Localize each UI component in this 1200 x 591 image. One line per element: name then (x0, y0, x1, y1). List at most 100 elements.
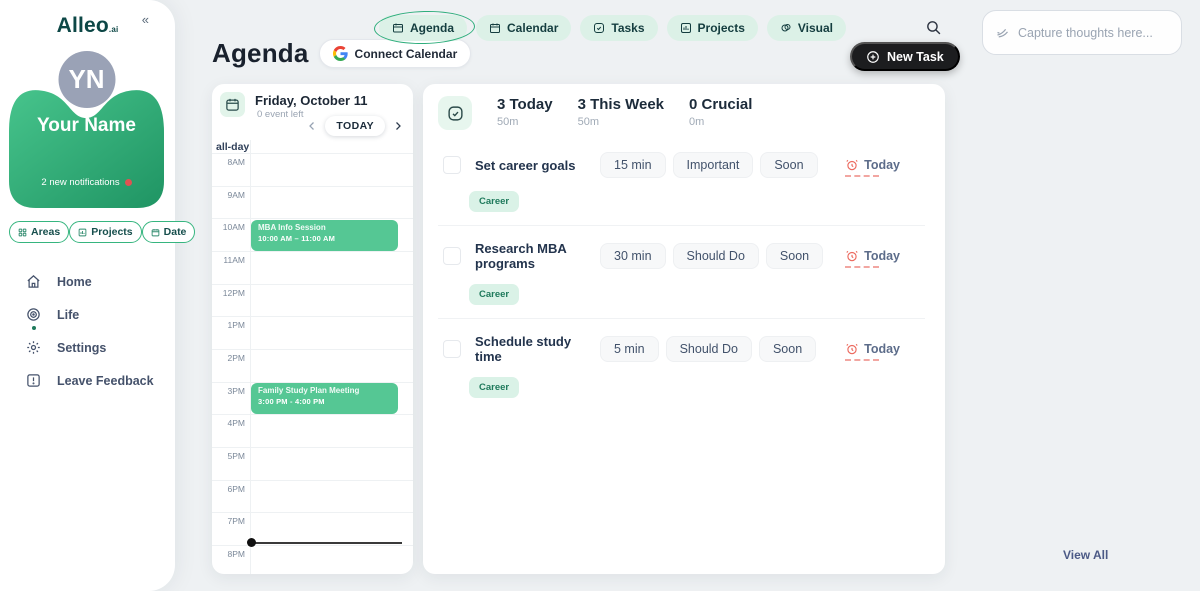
alarm-clock-icon (845, 249, 859, 263)
calendar-icon (225, 97, 240, 112)
task-checkbox[interactable] (443, 247, 461, 265)
filter-areas[interactable]: Areas (9, 221, 69, 243)
sidebar-nav: Home Life Settings Leave Feedback (0, 265, 175, 397)
chart-icon (680, 22, 692, 34)
connect-calendar-button[interactable]: Connect Calendar (319, 39, 472, 68)
task-due-label: Today (864, 158, 900, 172)
hour-row: 8PM (212, 545, 413, 546)
notifications-link[interactable]: 2 new notifications (9, 177, 164, 188)
tasks-panel: 3 Today 50m 3 This Week 50m 0 Crucial 0m… (423, 84, 945, 574)
active-dot-icon (32, 326, 36, 330)
capture-thoughts-input[interactable] (1018, 26, 1169, 40)
task-due-badge[interactable]: Today (845, 342, 900, 356)
new-task-button[interactable]: New Task (850, 42, 960, 71)
filter-label: Areas (31, 226, 60, 238)
connect-calendar-label: Connect Calendar (355, 47, 458, 61)
alarm-clock-icon (845, 158, 859, 172)
task-when-pill[interactable]: Soon (760, 152, 817, 178)
calendar-icon (151, 228, 160, 237)
task-duration-pill[interactable]: 15 min (600, 152, 666, 178)
task-duration-pill[interactable]: 5 min (600, 336, 659, 362)
feedback-icon (26, 373, 41, 388)
task-tag-career[interactable]: Career (469, 377, 519, 398)
view-all-link[interactable]: View All (1063, 548, 1108, 562)
time-grid: all-day 8AM 9AM 10AM 11AM 12PM 1PM 2PM 3… (212, 140, 413, 574)
task-tag-career[interactable]: Career (469, 191, 519, 212)
tab-tasks[interactable]: Tasks (580, 15, 657, 41)
search-icon (925, 19, 942, 36)
capture-thoughts-box (982, 10, 1182, 55)
hour-row: 12PM (212, 284, 413, 285)
task-row: Set career goals 15 min Important Soon T… (438, 150, 925, 226)
task-priority-pill[interactable]: Should Do (666, 336, 752, 362)
app-logo: Alleo.ai (57, 14, 119, 38)
page-title: Agenda (212, 38, 309, 69)
task-title[interactable]: Research MBA programs (475, 241, 600, 271)
google-g-icon (333, 46, 348, 61)
nav-item-leave-feedback[interactable]: Leave Feedback (0, 364, 175, 397)
profile-name: Your Name (9, 115, 164, 137)
current-time-dot[interactable] (247, 538, 256, 547)
stat-today: 3 Today 50m (497, 96, 553, 128)
task-row: Schedule study time 5 min Should Do Soon… (438, 332, 925, 411)
task-title[interactable]: Schedule study time (475, 334, 600, 364)
task-tag-career[interactable]: Career (469, 284, 519, 305)
check-square-icon (593, 22, 605, 34)
task-checkbox[interactable] (443, 156, 461, 174)
alarm-clock-icon (845, 342, 859, 356)
tab-calendar[interactable]: Calendar (476, 15, 571, 41)
new-task-label: New Task (887, 50, 944, 64)
nav-item-life[interactable]: Life (0, 298, 175, 331)
hour-row: 5PM (212, 447, 413, 448)
task-when-pill[interactable]: Soon (766, 243, 823, 269)
calendar-event[interactable]: Family Study Plan Meeting 3:00 PM - 4:00… (251, 383, 398, 414)
sidebar-collapse-button[interactable]: « (142, 12, 149, 27)
tab-label: Tasks (611, 21, 644, 35)
nav-label: Settings (57, 341, 106, 355)
task-due-badge[interactable]: Today (845, 249, 900, 263)
hour-row: 2PM (212, 349, 413, 350)
all-day-label: all-day (216, 141, 249, 153)
task-when-pill[interactable]: Soon (759, 336, 816, 362)
hour-row: 6PM (212, 480, 413, 481)
agenda-icon (392, 22, 404, 34)
task-title[interactable]: Set career goals (475, 158, 600, 173)
tab-visual[interactable]: Visual (767, 15, 846, 41)
search-button[interactable] (925, 19, 943, 37)
filter-row: Areas Projects Date (9, 221, 166, 243)
hour-row: 1PM (212, 316, 413, 317)
chart-icon (78, 228, 87, 237)
plus-circle-icon (866, 50, 880, 64)
avatar[interactable]: YN (58, 51, 115, 108)
today-button[interactable]: TODAY (325, 116, 385, 136)
profile-card: YN Your Name 2 new notifications (9, 51, 164, 208)
event-time: 3:00 PM - 4:00 PM (258, 397, 391, 406)
calendar-event[interactable]: MBA Info Session 10:00 AM – 11:00 AM (251, 220, 398, 251)
task-priority-pill[interactable]: Important (673, 152, 754, 178)
calendar-icon (489, 22, 501, 34)
stat-this-week: 3 This Week 50m (578, 96, 664, 128)
tab-label: Visual (798, 21, 833, 35)
filter-projects[interactable]: Projects (69, 221, 141, 243)
chevron-right-icon[interactable] (392, 120, 404, 132)
grid-divider (250, 140, 251, 574)
target-icon (26, 307, 41, 322)
task-due-badge[interactable]: Today (845, 158, 900, 172)
hour-row: 8AM (212, 153, 413, 154)
event-time: 10:00 AM – 11:00 AM (258, 234, 391, 243)
filter-date[interactable]: Date (142, 221, 196, 243)
task-checkbox[interactable] (443, 340, 461, 358)
tab-label: Agenda (410, 21, 454, 35)
task-duration-pill[interactable]: 30 min (600, 243, 666, 269)
task-row: Research MBA programs 30 min Should Do S… (438, 239, 925, 319)
tab-agenda[interactable]: Agenda (379, 15, 467, 41)
tab-projects[interactable]: Projects (667, 15, 758, 41)
nav-item-settings[interactable]: Settings (0, 331, 175, 364)
chevron-left-icon[interactable] (306, 120, 318, 132)
filter-label: Date (164, 226, 187, 238)
hour-row: 11AM (212, 251, 413, 252)
nav-item-home[interactable]: Home (0, 265, 175, 298)
task-priority-pill[interactable]: Should Do (673, 243, 759, 269)
home-icon (26, 274, 41, 289)
sidebar: Alleo.ai « YN Your Name 2 new notificati… (0, 0, 175, 591)
